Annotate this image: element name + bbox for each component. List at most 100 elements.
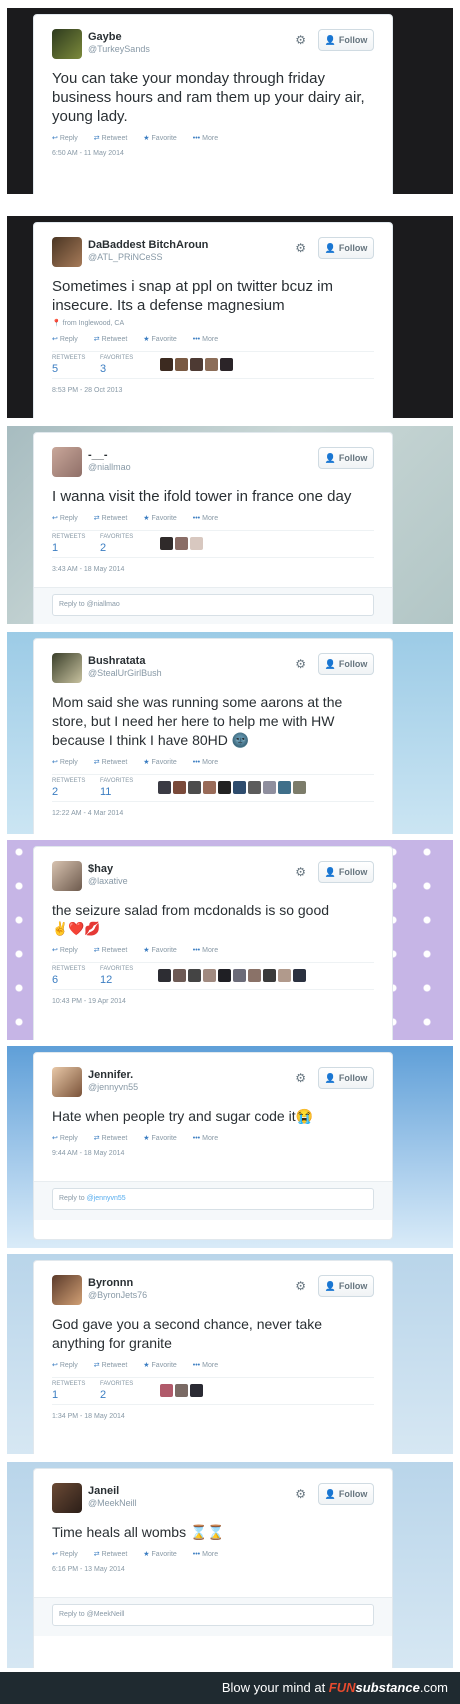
retweet-action[interactable]: ⇄ Retweet: [94, 947, 135, 954]
reply-action[interactable]: ↩ Reply: [52, 1135, 85, 1142]
tweet-timestamp[interactable]: 6:16 PM - 13 May 2014: [52, 1566, 374, 1591]
avatar[interactable]: [293, 781, 306, 794]
user-handle[interactable]: @laxative: [88, 876, 128, 886]
favorite-action[interactable]: ★ Favorite: [143, 1551, 184, 1558]
user-name[interactable]: DaBaddest BitchAroun: [88, 239, 208, 251]
avatar[interactable]: [52, 1067, 82, 1097]
follow-button[interactable]: 👤 Follow: [318, 237, 374, 259]
gear-icon[interactable]: ⚙: [295, 1487, 306, 1501]
gear-icon[interactable]: ⚙: [295, 1279, 306, 1293]
more-action[interactable]: ••• More: [193, 1135, 225, 1142]
user-handle[interactable]: @TurkeySands: [88, 44, 150, 54]
retweet-action[interactable]: ⇄ Retweet: [94, 515, 135, 522]
favorite-action[interactable]: ★ Favorite: [143, 1362, 184, 1369]
avatar[interactable]: [220, 358, 233, 371]
retweet-action[interactable]: ⇄ Retweet: [94, 1135, 135, 1142]
avatar[interactable]: [52, 237, 82, 267]
reply-input[interactable]: Reply to @jennyvn55: [52, 1188, 374, 1210]
user-handle[interactable]: @niallmao: [88, 462, 131, 472]
user-handle[interactable]: @StealUrGirlBush: [88, 668, 162, 678]
user-handle[interactable]: @ByronJets76: [88, 1290, 147, 1300]
avatar[interactable]: [190, 537, 203, 550]
more-action[interactable]: ••• More: [193, 759, 225, 766]
avatar[interactable]: [158, 969, 171, 982]
user-name[interactable]: Bushratata: [88, 655, 145, 667]
favorites-stat[interactable]: FAVORITES 11: [100, 778, 133, 798]
follow-button[interactable]: 👤 Follow: [318, 1067, 374, 1089]
avatar[interactable]: [233, 969, 246, 982]
reply-input[interactable]: Reply to @niallmao: [52, 594, 374, 616]
retweet-action[interactable]: ⇄ Retweet: [94, 336, 135, 343]
avatar[interactable]: [205, 358, 218, 371]
avatar[interactable]: [160, 1384, 173, 1397]
favorite-action[interactable]: ★ Favorite: [143, 336, 184, 343]
tweet-timestamp[interactable]: 6:50 AM - 11 May 2014: [52, 150, 374, 169]
avatar[interactable]: [293, 969, 306, 982]
reply-action[interactable]: ↩ Reply: [52, 336, 85, 343]
follow-button[interactable]: 👤 Follow: [318, 1275, 374, 1297]
retweets-stat[interactable]: RETWEETS 1: [52, 534, 85, 554]
more-action[interactable]: ••• More: [193, 135, 225, 142]
avatar[interactable]: [52, 1483, 82, 1513]
favorite-action[interactable]: ★ Favorite: [143, 515, 184, 522]
user-handle[interactable]: @ATL_PRiNCeSS: [88, 252, 163, 262]
retweet-action[interactable]: ⇄ Retweet: [94, 135, 135, 142]
follow-button[interactable]: 👤 Follow: [318, 861, 374, 883]
follow-button[interactable]: 👤 Follow: [318, 447, 374, 469]
retweet-action[interactable]: ⇄ Retweet: [94, 1362, 135, 1369]
follow-button[interactable]: 👤 Follow: [318, 653, 374, 675]
reply-action[interactable]: ↩ Reply: [52, 515, 85, 522]
user-name[interactable]: Gaybe: [88, 31, 122, 43]
avatar[interactable]: [175, 537, 188, 550]
retweet-action[interactable]: ⇄ Retweet: [94, 759, 135, 766]
footer-brand-substance[interactable]: substance: [356, 1680, 420, 1695]
avatar[interactable]: [248, 969, 261, 982]
avatar[interactable]: [52, 1275, 82, 1305]
tweet-location[interactable]: 📍 from Inglewood, CA: [52, 319, 374, 327]
avatar[interactable]: [175, 1384, 188, 1397]
tweet-timestamp[interactable]: 9:44 AM - 18 May 2014: [52, 1150, 374, 1175]
avatar[interactable]: [160, 537, 173, 550]
tweet-timestamp[interactable]: 12:22 AM - 4 Mar 2014: [52, 810, 374, 829]
retweet-action[interactable]: ⇄ Retweet: [94, 1551, 135, 1558]
avatar[interactable]: [52, 447, 82, 477]
avatar[interactable]: [278, 969, 291, 982]
avatar[interactable]: [173, 969, 186, 982]
user-name[interactable]: Byronnn: [88, 1277, 133, 1289]
more-action[interactable]: ••• More: [193, 336, 225, 343]
follow-button[interactable]: 👤 Follow: [318, 29, 374, 51]
reply-action[interactable]: ↩ Reply: [52, 947, 85, 954]
retweets-stat[interactable]: RETWEETS 5: [52, 355, 85, 375]
reply-action[interactable]: ↩ Reply: [52, 1362, 85, 1369]
tweet-timestamp[interactable]: 3:43 AM - 18 May 2014: [52, 566, 374, 581]
more-action[interactable]: ••• More: [193, 515, 225, 522]
avatar[interactable]: [160, 358, 173, 371]
favorites-stat[interactable]: FAVORITES 12: [100, 966, 133, 986]
reply-action[interactable]: ↩ Reply: [52, 1551, 85, 1558]
retweets-stat[interactable]: RETWEETS 6: [52, 966, 85, 986]
avatar[interactable]: [188, 781, 201, 794]
favorites-stat[interactable]: FAVORITES 3: [100, 355, 133, 375]
avatar[interactable]: [173, 781, 186, 794]
gear-icon[interactable]: ⚙: [295, 1071, 306, 1085]
gear-icon[interactable]: ⚙: [295, 241, 306, 255]
favorite-action[interactable]: ★ Favorite: [143, 759, 184, 766]
more-action[interactable]: ••• More: [193, 1362, 225, 1369]
reply-input[interactable]: Reply to @MeekNeill: [52, 1604, 374, 1626]
avatar[interactable]: [263, 969, 276, 982]
favorite-action[interactable]: ★ Favorite: [143, 1135, 184, 1142]
avatar[interactable]: [218, 969, 231, 982]
avatar[interactable]: [52, 861, 82, 891]
avatar[interactable]: [158, 781, 171, 794]
avatar[interactable]: [278, 781, 291, 794]
gear-icon[interactable]: ⚙: [295, 33, 306, 47]
user-name[interactable]: Jennifer.: [88, 1069, 133, 1081]
user-name[interactable]: -__-: [88, 449, 108, 461]
avatar[interactable]: [190, 1384, 203, 1397]
gear-icon[interactable]: ⚙: [295, 865, 306, 879]
favorite-action[interactable]: ★ Favorite: [143, 135, 184, 142]
user-handle[interactable]: @MeekNeill: [88, 1498, 137, 1508]
footer-brand-fun[interactable]: FUN: [329, 1680, 356, 1695]
avatar[interactable]: [203, 969, 216, 982]
avatar[interactable]: [203, 781, 216, 794]
